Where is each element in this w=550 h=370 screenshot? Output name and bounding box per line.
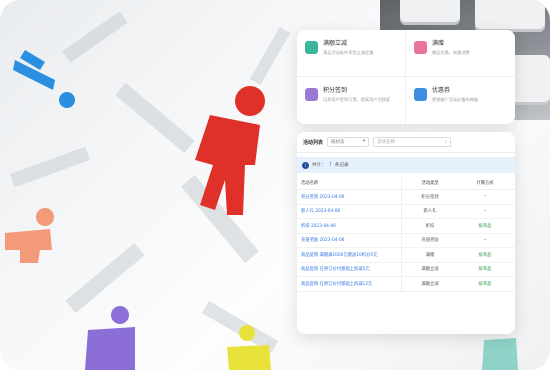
feature-desc: 营销推广活动必备的神器 bbox=[432, 97, 479, 102]
orange-person-figure bbox=[5, 208, 54, 263]
column-header: 计算方式 bbox=[458, 177, 512, 190]
count-suffix: 条记录 bbox=[334, 163, 349, 168]
red-person-figure bbox=[195, 86, 265, 215]
record-count-banner: i 共计： 7 条记录 bbox=[297, 157, 515, 173]
activity-table: 活动名称 活动类型 计算方式 积分签到 2023-04-06积分签到--20 新… bbox=[297, 177, 515, 292]
cell-extra: 20 bbox=[512, 247, 515, 263]
feature-desc: 赠品优惠，刺激消费 bbox=[432, 50, 470, 55]
status-select[interactable]: 按状态 ▾ bbox=[327, 137, 370, 147]
feature-title: 优惠券 bbox=[432, 87, 451, 94]
activity-name-link[interactable]: 商品促销 在原订价付基础上再减12元 bbox=[297, 276, 402, 292]
cell-extra: 20 bbox=[512, 233, 515, 248]
table-row[interactable]: 商品促销 满赠满1000元赠送10积分5元满赠按单品20 bbox=[297, 247, 515, 263]
blue-person-figure bbox=[13, 50, 75, 108]
status-select-value: 按状态 bbox=[331, 140, 345, 145]
table-row[interactable]: 商品促销 在原订价付基础上再减5元满额立减按单品20 bbox=[297, 262, 515, 277]
cell-extra: 20 bbox=[512, 189, 515, 205]
list-toolbar: 活动列表 按状态 ▾ 活动名称 ⌕ bbox=[297, 132, 515, 153]
feature-title: 积分签到 bbox=[323, 87, 348, 94]
calc-method: 按单品 bbox=[458, 262, 512, 277]
calc-method: -- bbox=[458, 233, 512, 248]
column-header bbox=[512, 177, 515, 190]
feature-discount[interactable]: 满额立减 满足活动条件享受立减优惠 bbox=[297, 30, 406, 77]
calc-method: 按单品 bbox=[458, 276, 512, 292]
count-value: 7 bbox=[328, 162, 332, 168]
calc-method: -- bbox=[458, 204, 512, 219]
feature-title: 满赠 bbox=[432, 40, 445, 47]
cell-extra: 20 bbox=[512, 218, 515, 234]
activity-list-card: 活动列表 按状态 ▾ 活动名称 ⌕ i 共计： 7 条记录 活动名称 活动类型 计算方式… bbox=[297, 132, 515, 334]
teal-person-figure bbox=[482, 338, 518, 370]
cell-extra: 20 bbox=[512, 262, 515, 277]
activity-type: 充值奖励 bbox=[401, 233, 458, 248]
search-placeholder: 活动名称 bbox=[377, 140, 396, 145]
activity-name-link[interactable]: 充值奖励 2023-04-06 bbox=[297, 233, 402, 248]
feature-grid-card: 满额立减 满足活动条件享受立减优惠 满赠 赠品优惠，刺激消费 积分签到 培养用户… bbox=[297, 30, 515, 124]
activity-type: 满赠 bbox=[401, 247, 458, 263]
calc-method: 按单品 bbox=[458, 247, 512, 263]
calc-method: -- bbox=[458, 189, 512, 205]
table-row[interactable]: 新人礼 2023-04-06新人礼--20 bbox=[297, 204, 515, 219]
feature-desc: 培养用户签到习惯，提高用户活跃度 bbox=[323, 97, 391, 102]
activity-type: 满额立减 bbox=[401, 276, 458, 292]
table-row[interactable]: 商品促销 在原订价付基础上再减12元满额立减按单品20 bbox=[297, 276, 515, 292]
activity-type: 折扣 bbox=[401, 218, 458, 234]
feature-coupon[interactable]: 优惠券 营销推广活动必备的神器 bbox=[406, 77, 515, 124]
calc-method: 按单品 bbox=[458, 218, 512, 234]
activity-name-link[interactable]: 积分签到 2023-04-06 bbox=[297, 189, 402, 205]
activity-type: 新人礼 bbox=[401, 204, 458, 219]
feature-gift[interactable]: 满赠 赠品优惠，刺激消费 bbox=[406, 30, 515, 77]
feature-checkin[interactable]: 积分签到 培养用户签到习惯，提高用户活跃度 bbox=[297, 77, 406, 124]
table-row[interactable]: 折扣 2023-04-06折扣按单品20 bbox=[297, 218, 515, 234]
activity-name-link[interactable]: 商品促销 在原订价付基础上再减5元 bbox=[297, 262, 402, 277]
search-input[interactable]: 活动名称 ⌕ bbox=[373, 137, 452, 147]
hero-image: 满额立减 满足活动条件享受立减优惠 满赠 赠品优惠，刺激消费 积分签到 培养用户… bbox=[0, 0, 550, 370]
coupon-icon bbox=[414, 88, 427, 101]
feature-desc: 满足活动条件享受立减优惠 bbox=[323, 50, 374, 55]
count-prefix: 共计： bbox=[312, 163, 326, 168]
cell-extra: 20 bbox=[512, 204, 515, 219]
table-header: 活动名称 活动类型 计算方式 bbox=[297, 177, 515, 190]
info-icon: i bbox=[302, 161, 309, 169]
chevron-down-icon: ▾ bbox=[362, 139, 366, 144]
cell-extra: 20 bbox=[512, 276, 515, 292]
search-icon: ⌕ bbox=[444, 140, 448, 145]
tab-activity-list[interactable]: 活动列表 bbox=[303, 139, 323, 146]
table-row[interactable]: 充值奖励 2023-04-06充值奖励--20 bbox=[297, 233, 515, 248]
yellow-person-figure bbox=[227, 325, 271, 370]
column-header: 活动名称 bbox=[297, 177, 402, 190]
activity-name-link[interactable]: 新人礼 2023-04-06 bbox=[297, 204, 402, 219]
purple-person-figure bbox=[85, 306, 135, 370]
column-header: 活动类型 bbox=[401, 177, 458, 190]
feature-title: 满额立减 bbox=[323, 40, 348, 47]
gift-icon bbox=[414, 41, 427, 54]
calendar-icon bbox=[305, 88, 318, 101]
activity-name-link[interactable]: 折扣 2023-04-06 bbox=[297, 218, 402, 234]
discount-icon bbox=[305, 41, 318, 54]
table-row[interactable]: 积分签到 2023-04-06积分签到--20 bbox=[297, 189, 515, 205]
activity-name-link[interactable]: 商品促销 满赠满1000元赠送10积分5元 bbox=[297, 247, 402, 263]
activity-type: 积分签到 bbox=[401, 189, 458, 205]
activity-type: 满额立减 bbox=[401, 262, 458, 277]
